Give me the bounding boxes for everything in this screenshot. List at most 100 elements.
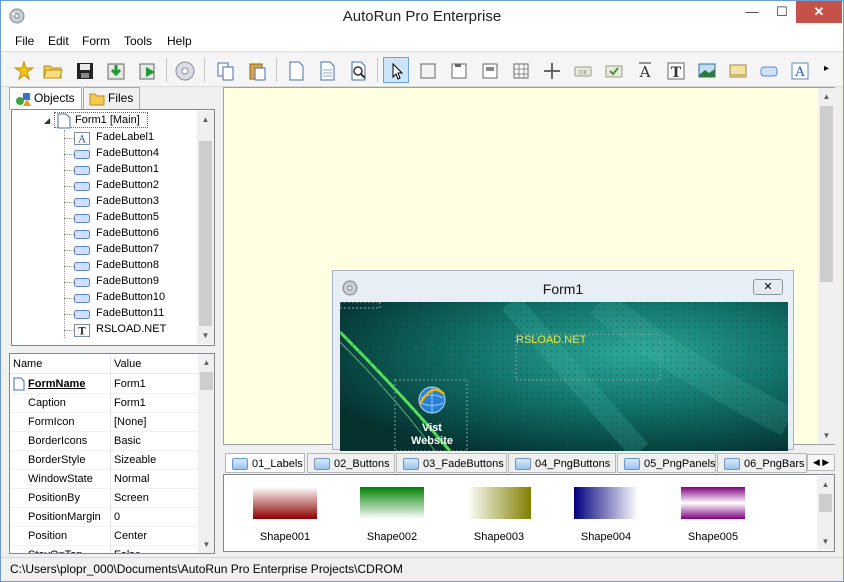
select-tool-button[interactable] (383, 57, 409, 83)
visit-website-button[interactable]: Vist Website (400, 422, 464, 448)
property-value[interactable]: Center (114, 530, 147, 542)
build-button[interactable] (102, 57, 128, 83)
scroll-up-arrow-icon[interactable]: ▲ (818, 88, 835, 105)
tree-root-form1[interactable]: Form1 [Main] (54, 112, 148, 129)
property-row[interactable]: FormName Form1 (10, 375, 198, 394)
scroll-down-arrow-icon[interactable]: ▼ (817, 533, 834, 550)
folder-icon (403, 458, 419, 470)
menu-form[interactable]: Form (82, 34, 110, 48)
button-tool-button[interactable] (755, 57, 781, 83)
properties-scrollbar[interactable]: ▲ ▼ (198, 354, 214, 553)
gallery-scrollbar[interactable]: ▲ ▼ (817, 476, 834, 550)
column-divider (110, 546, 111, 553)
property-value[interactable]: Normal (114, 473, 149, 485)
fade-label-tool-button[interactable]: A (631, 57, 657, 83)
shape-item[interactable]: Shape001 (252, 487, 318, 543)
copy-button[interactable] (212, 57, 238, 83)
scroll-up-arrow-icon[interactable]: ▲ (197, 111, 214, 128)
property-row[interactable]: Caption Form1 (10, 394, 198, 413)
grid-tool-button[interactable] (507, 57, 533, 83)
tab-files[interactable]: Files (83, 87, 141, 109)
tree-collapse-arrow-icon[interactable]: ◢ (44, 116, 50, 125)
property-name: BorderIcons (28, 435, 88, 447)
property-value[interactable]: False (114, 549, 141, 553)
property-value[interactable]: 0 (114, 511, 120, 523)
maximize-button[interactable]: ☐ (767, 1, 797, 23)
scroll-up-arrow-icon[interactable]: ▲ (198, 354, 214, 371)
form-label-rsload[interactable]: RSLOAD.NET (516, 334, 586, 346)
image-tool-button[interactable] (693, 57, 719, 83)
frame-tool-button[interactable] (445, 57, 471, 83)
shape-item[interactable]: Shape005 (680, 487, 746, 543)
menu-file[interactable]: File (15, 34, 34, 48)
properties-scroll-thumb[interactable] (200, 372, 213, 390)
property-row[interactable]: Position Center (10, 527, 198, 546)
tab-right-arrow-icon[interactable]: ▶ (822, 457, 829, 467)
tab-02-buttons[interactable]: 02_Buttons (307, 453, 395, 473)
cd-button[interactable] (171, 57, 197, 83)
minimize-button[interactable]: — (737, 1, 767, 23)
tab-03-fadebuttons[interactable]: 03_FadeButtons (396, 453, 507, 473)
tree-guide-line (64, 282, 74, 283)
toolbar-separator (276, 58, 277, 82)
tab-06-pngbars[interactable]: 06_PngBars (717, 453, 807, 473)
property-row[interactable]: FormIcon [None] (10, 413, 198, 432)
scroll-down-arrow-icon[interactable]: ▼ (197, 327, 214, 344)
page-properties-button[interactable] (313, 57, 339, 83)
preview-button[interactable] (344, 57, 370, 83)
menu-help[interactable]: Help (167, 34, 192, 48)
form1-preview[interactable]: Form1 ✕ RSLOAD.NET Vist Website (332, 270, 794, 451)
form1-close-button[interactable]: ✕ (753, 279, 783, 295)
property-value[interactable]: Form1 (114, 397, 146, 409)
save-button[interactable] (71, 57, 97, 83)
property-value[interactable]: Sizeable (114, 454, 156, 466)
tree-guide-line (64, 170, 74, 171)
scroll-down-arrow-icon[interactable]: ▼ (818, 427, 835, 444)
property-row[interactable]: WindowState Normal (10, 470, 198, 489)
shape-item[interactable]: Shape003 (466, 487, 532, 543)
shape-item[interactable]: Shape002 (359, 487, 425, 543)
tab-scroll-arrows[interactable]: ◀ ▶ (807, 454, 835, 471)
canvas-scroll-thumb[interactable] (820, 106, 833, 282)
property-row[interactable]: StayOnTop False (10, 546, 198, 553)
shape-item[interactable]: Shape004 (573, 487, 639, 543)
form1-background[interactable]: RSLOAD.NET Vist Website (340, 302, 788, 451)
property-value[interactable]: Basic (114, 435, 141, 447)
scroll-down-arrow-icon[interactable]: ▼ (198, 536, 214, 553)
tab-left-arrow-icon[interactable]: ◀ (813, 457, 820, 467)
group-tool-button[interactable] (476, 57, 502, 83)
property-value[interactable]: Form1 (114, 378, 146, 390)
run-button[interactable] (134, 57, 160, 83)
property-row[interactable]: PositionBy Screen (10, 489, 198, 508)
checkbox-tool-button[interactable] (600, 57, 626, 83)
panel-image-tool-button[interactable] (724, 57, 750, 83)
text-tool-button[interactable]: T (662, 57, 688, 83)
ok-button-tool[interactable]: OK (569, 57, 595, 83)
property-row[interactable]: PositionMargin 0 (10, 508, 198, 527)
paste-button[interactable] (243, 57, 269, 83)
design-canvas[interactable]: ▲ ▼ Form1 ✕ RSLOAD.NET Vist Website (223, 87, 835, 451)
new-page-button[interactable] (282, 57, 308, 83)
tab-05-pngpanels[interactable]: 05_PngPanels (617, 453, 716, 473)
property-value[interactable]: [None] (114, 416, 146, 428)
tab-objects[interactable]: Objects (9, 87, 82, 110)
tab-01-labels[interactable]: 01_Labels (225, 453, 305, 473)
menu-edit[interactable]: Edit (48, 34, 69, 48)
splitter-tool-button[interactable] (538, 57, 564, 83)
close-button[interactable]: ✕ (796, 1, 842, 23)
tab-04-pngbuttons[interactable]: 04_PngButtons (508, 453, 616, 473)
scroll-up-arrow-icon[interactable]: ▲ (817, 476, 834, 493)
new-project-button[interactable] (10, 57, 36, 83)
tree-scroll-thumb[interactable] (199, 141, 212, 326)
tree-scrollbar[interactable]: ▲ ▼ (197, 111, 214, 344)
label-tool-button[interactable]: A (786, 57, 812, 83)
toolbar-overflow-chevron-icon[interactable]: ▸ (824, 63, 829, 74)
property-row[interactable]: BorderStyle Sizeable (10, 451, 198, 470)
menu-tools[interactable]: Tools (124, 34, 152, 48)
gallery-scroll-thumb[interactable] (819, 494, 832, 512)
open-button[interactable] (39, 57, 65, 83)
canvas-scrollbar[interactable]: ▲ ▼ (818, 88, 835, 444)
property-value[interactable]: Screen (114, 492, 149, 504)
panel-tool-button[interactable] (414, 57, 440, 83)
property-row[interactable]: BorderIcons Basic (10, 432, 198, 451)
